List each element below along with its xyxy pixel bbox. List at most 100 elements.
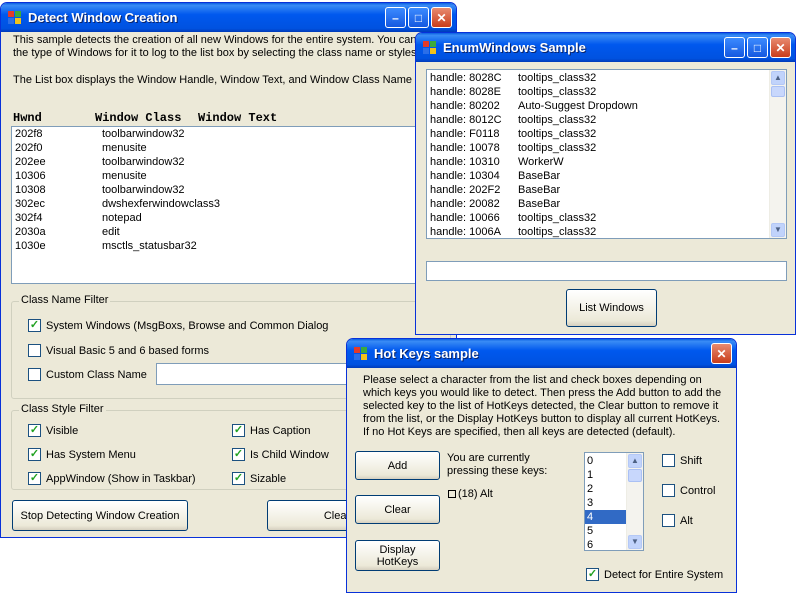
list-item[interactable]: handle: 20082 BaseBar [427, 198, 786, 212]
enum-windows-list[interactable]: handle: 8028C tooltips_class32 handle: 802… [426, 69, 787, 239]
minimize-icon[interactable]: – [724, 37, 745, 58]
instruction-line: selected key to the list of HotKeys dete… [363, 400, 719, 412]
entire-system-checkbox[interactable]: ✓ [586, 568, 599, 581]
stop-detecting-button[interactable]: Stop Detecting Window Creation [12, 500, 188, 531]
hwnd-cell: 302f4 [15, 212, 43, 224]
list-item[interactable]: handle: 8028E tooltips_class32 [427, 86, 786, 100]
control-checkbox[interactable] [662, 484, 675, 497]
list-windows-button[interactable]: List Windows [566, 289, 657, 327]
class-cell: tooltips_class32 [518, 86, 597, 98]
list-item[interactable]: handle: 1006A tooltips_class32 [427, 226, 786, 238]
alt-checkbox[interactable] [662, 514, 675, 527]
list-item[interactable]: 1 [585, 468, 626, 482]
hwnd-cell: 202f0 [15, 142, 43, 154]
hotkeys-titlebar[interactable]: Hot Keys sample ✕ [347, 339, 736, 368]
hwnd-cell: 202ee [15, 156, 46, 168]
list-item[interactable]: handle: 10310 WorkerW [427, 156, 786, 170]
close-icon[interactable]: ✕ [711, 343, 732, 364]
table-row[interactable]: 202f0 menusite [12, 141, 450, 155]
list-item[interactable]: handle: 80202 Auto-Suggest Dropdown [427, 100, 786, 114]
custom-class-checkbox[interactable] [28, 368, 41, 381]
list-item[interactable]: 4 [585, 510, 626, 524]
display-hotkeys-button[interactable]: Display HotKeys [355, 540, 440, 571]
character-list-scrollbar[interactable]: ▲ ▼ [626, 453, 643, 550]
class-cell: tooltips_class32 [518, 114, 597, 126]
list-item[interactable]: handle: 10066 tooltips_class32 [427, 212, 786, 226]
class-name-filter-label: Class Name Filter [19, 294, 111, 306]
scroll-up-icon[interactable]: ▲ [771, 71, 785, 85]
scroll-up-icon[interactable]: ▲ [628, 454, 642, 468]
child-window-checkbox[interactable]: ✓ [232, 448, 245, 461]
list-item[interactable]: 6 [585, 538, 626, 550]
window-log-list[interactable]: 202f8 toolbarwindow32 202f0 menusite 202ee to… [11, 126, 451, 284]
entire-system-label: Detect for Entire System [604, 569, 724, 581]
system-windows-label: System Windows (MsgBoxs, Browse and Comm… [46, 320, 329, 332]
list-item[interactable]: 2 [585, 482, 626, 496]
sizable-checkbox[interactable]: ✓ [232, 472, 245, 485]
class-cell: BaseBar [518, 198, 561, 210]
handle-cell: handle: 8028C [430, 72, 502, 84]
list-item[interactable]: handle: 202F2 BaseBar [427, 184, 786, 198]
column-window-text: Window Text [198, 111, 278, 125]
scroll-thumb[interactable] [771, 86, 785, 97]
close-icon[interactable]: ✕ [431, 7, 452, 28]
handle-cell: handle: 10078 [430, 142, 500, 154]
appwindow-checkbox[interactable]: ✓ [28, 472, 41, 485]
system-windows-checkbox[interactable]: ✓ [28, 319, 41, 332]
maximize-icon[interactable]: □ [408, 7, 429, 28]
hwnd-cell: 2030a [15, 226, 46, 238]
table-row[interactable]: 202ee toolbarwindow32 [12, 155, 450, 169]
minimize-icon[interactable]: – [385, 7, 406, 28]
scroll-down-icon[interactable]: ▼ [628, 535, 642, 549]
window-title: Hot Keys sample [374, 346, 479, 361]
hotkeys-window: Hot Keys sample ✕ Please select a charac… [346, 338, 737, 593]
character-list[interactable]: 0123456 ▲ ▼ [584, 452, 644, 551]
table-row[interactable]: 2030a edit [12, 225, 450, 239]
list-item[interactable]: 3 [585, 496, 626, 510]
add-hotkey-button[interactable]: Add [355, 451, 440, 480]
list-item[interactable]: handle: 10304 BaseBar [427, 170, 786, 184]
enum-list-scrollbar[interactable]: ▲ ▼ [769, 70, 786, 238]
table-row[interactable]: 302ec dwshexferwindowclass3 [12, 197, 450, 211]
maximize-icon[interactable]: □ [747, 37, 768, 58]
system-menu-label: Has System Menu [46, 449, 136, 461]
has-caption-checkbox[interactable]: ✓ [232, 424, 245, 437]
list-item[interactable]: handle: 8012C tooltips_class32 [427, 114, 786, 128]
scroll-thumb[interactable] [628, 469, 642, 482]
app-icon [8, 10, 22, 25]
scroll-down-icon[interactable]: ▼ [771, 223, 785, 237]
class-cell: Auto-Suggest Dropdown [518, 100, 638, 112]
handle-cell: handle: 202F2 [430, 184, 501, 196]
table-row[interactable]: 302f4 notepad [12, 211, 450, 225]
close-icon[interactable]: ✕ [770, 37, 791, 58]
handle-cell: handle: 1006A [430, 226, 501, 238]
table-row[interactable]: 202f8 toolbarwindow32 [12, 127, 450, 141]
enum-titlebar[interactable]: EnumWindows Sample – □ ✕ [416, 33, 795, 62]
custom-class-label: Custom Class Name [46, 369, 147, 381]
has-caption-label: Has Caption [250, 425, 311, 437]
hwnd-cell: 202f8 [15, 128, 43, 140]
list-item[interactable]: handle: 10078 tooltips_class32 [427, 142, 786, 156]
instruction-line: from the list, or the Display HotKeys bu… [363, 413, 721, 425]
list-item[interactable]: 0 [585, 454, 626, 468]
detect-titlebar[interactable]: Detect Window Creation – □ ✕ [1, 3, 456, 32]
table-row[interactable]: 10306 menusite [12, 169, 450, 183]
shift-label: Shift [680, 455, 703, 467]
list-item[interactable]: 5 [585, 524, 626, 538]
pressed-keys-value: (18) Alt [458, 488, 493, 500]
visual-basic-checkbox[interactable] [28, 344, 41, 357]
table-row[interactable]: 1030e msctls_statusbar32 [12, 239, 450, 253]
clear-hotkey-button[interactable]: Clear [355, 495, 440, 524]
shift-checkbox[interactable] [662, 454, 675, 467]
hwnd-cell: 302ec [15, 198, 45, 210]
visible-checkbox[interactable]: ✓ [28, 424, 41, 437]
hwnd-cell: 10308 [15, 184, 46, 196]
system-menu-checkbox[interactable]: ✓ [28, 448, 41, 461]
instruction-line: If no Hot Keys are specified, then all k… [363, 426, 676, 438]
enum-text-field[interactable] [426, 261, 787, 281]
list-item[interactable]: handle: 8028C tooltips_class32 [427, 72, 786, 86]
window-class-cell: notepad [102, 212, 142, 224]
list-item[interactable]: handle: F0118 tooltips_class32 [427, 128, 786, 142]
appwindow-label: AppWindow (Show in Taskbar) [46, 473, 196, 485]
table-row[interactable]: 10308 toolbarwindow32 [12, 183, 450, 197]
